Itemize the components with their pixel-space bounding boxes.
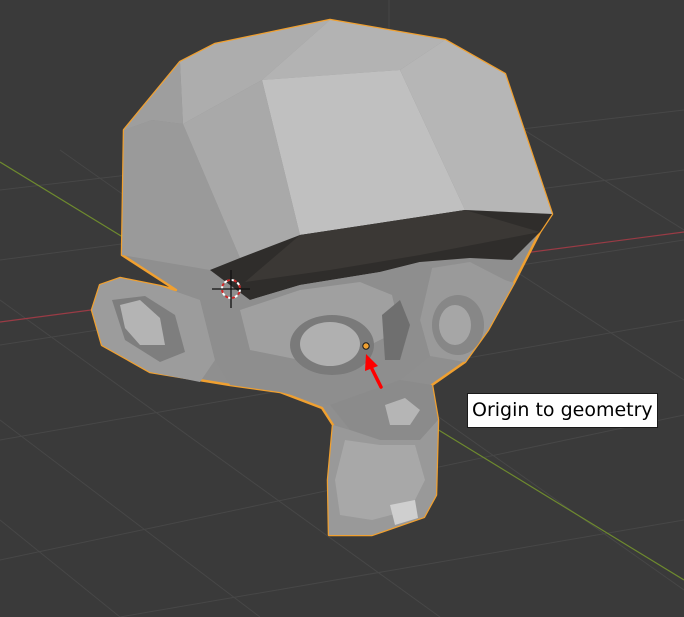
origin-to-geometry-callout: Origin to geometry bbox=[467, 393, 658, 428]
callout-label: Origin to geometry bbox=[472, 399, 653, 421]
object-origin-dot bbox=[362, 342, 370, 350]
3d-viewport[interactable] bbox=[0, 0, 684, 617]
